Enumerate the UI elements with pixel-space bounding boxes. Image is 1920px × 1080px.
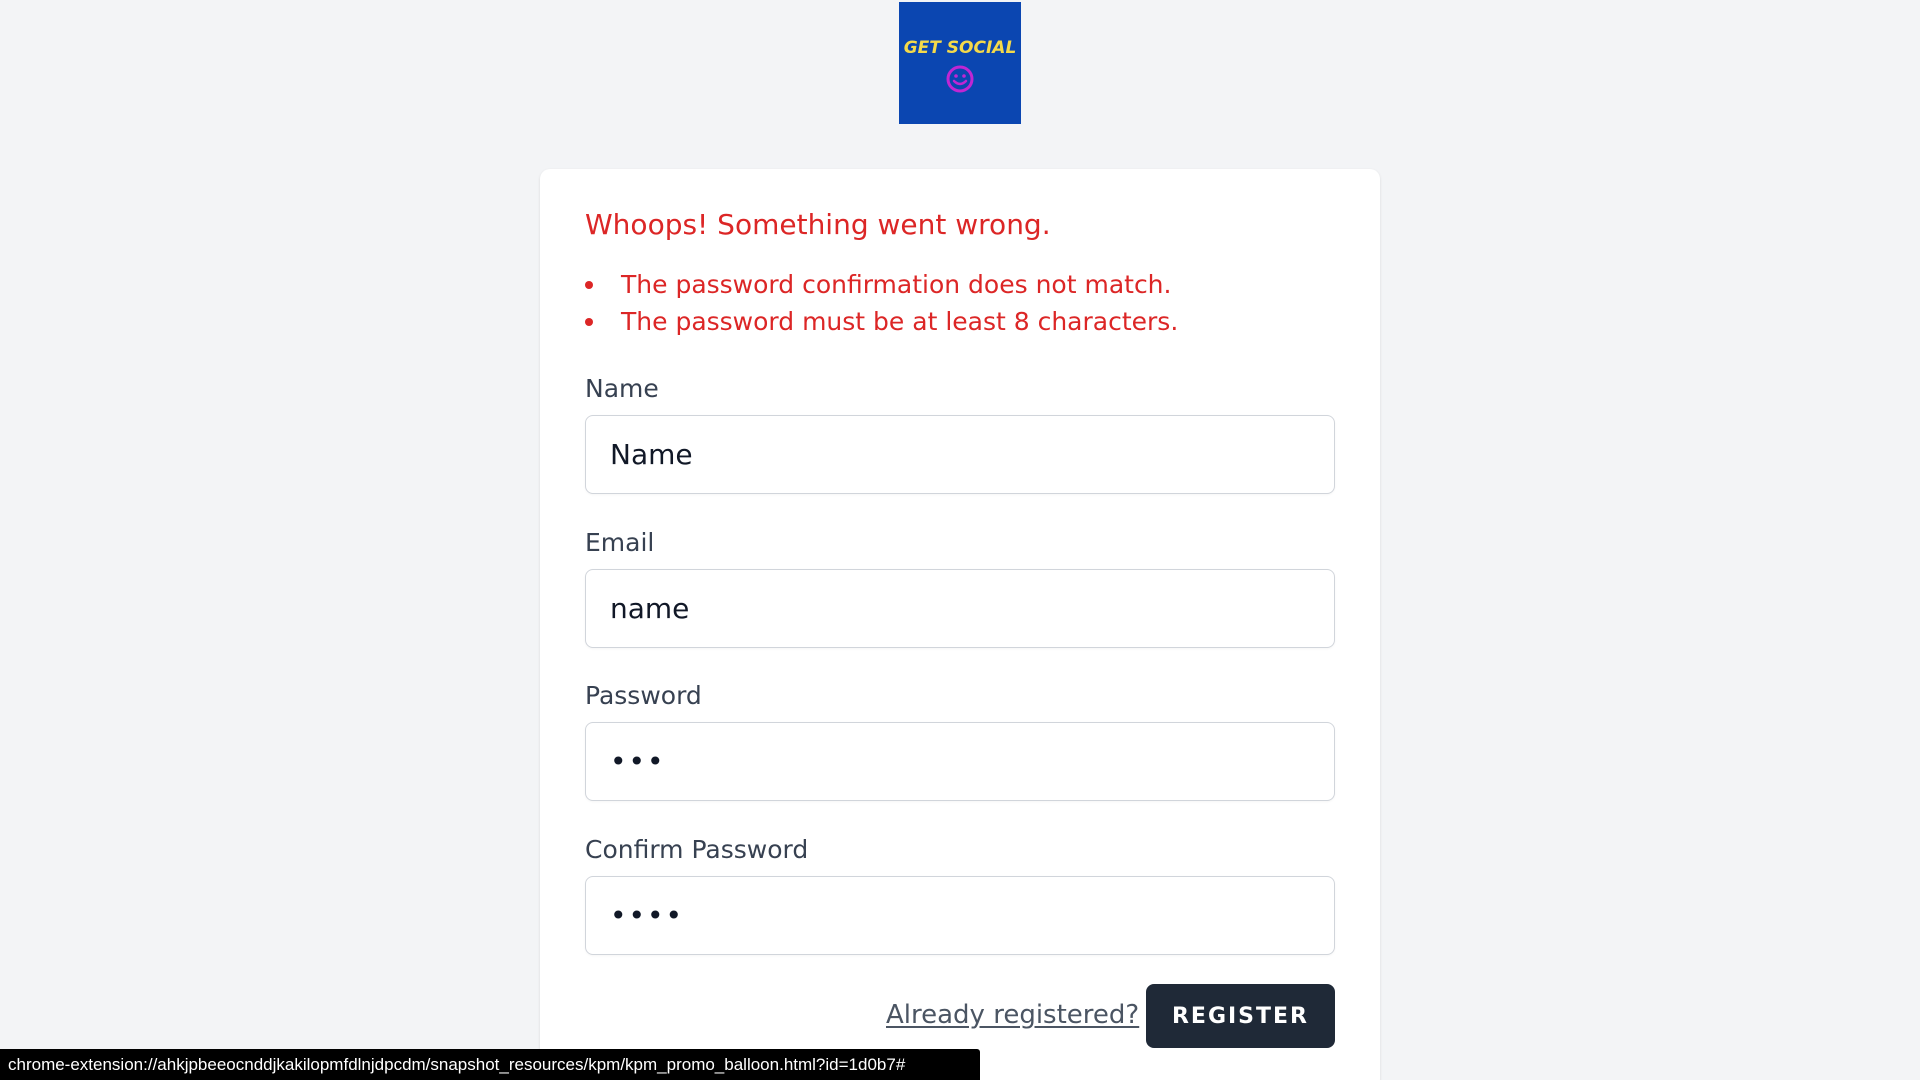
name-input[interactable]: Name [585,415,1335,494]
confirm-password-label: Confirm Password [585,835,809,864]
email-input[interactable]: name [585,569,1335,648]
name-label: Name [585,374,659,403]
email-label: Email [585,528,655,557]
get-social-logo[interactable]: GET SOCIAL [899,2,1021,124]
register-card: Whoops! Something went wrong. The passwo… [540,169,1380,1080]
status-bar-url: chrome-extension://ahkjpbeeocnddjkakilop… [0,1049,980,1080]
register-button[interactable]: REGISTER [1146,984,1335,1048]
error-item: The password confirmation does not match… [585,266,1178,303]
logo-text: GET SOCIAL [903,38,1017,58]
confirm-password-input[interactable]: •••• [585,876,1335,955]
smiley-icon [945,64,975,98]
password-dots: ••• [610,745,666,778]
confirm-password-dots: •••• [610,899,685,932]
error-list: The password confirmation does not match… [585,266,1178,340]
password-label: Password [585,681,702,710]
already-registered-link[interactable]: Already registered? [886,998,1139,1032]
password-input[interactable]: ••• [585,722,1335,801]
error-item: The password must be at least 8 characte… [585,303,1178,340]
page: GET SOCIAL Whoops! Something went wrong.… [0,0,1920,1080]
error-title: Whoops! Something went wrong. [585,208,1051,241]
